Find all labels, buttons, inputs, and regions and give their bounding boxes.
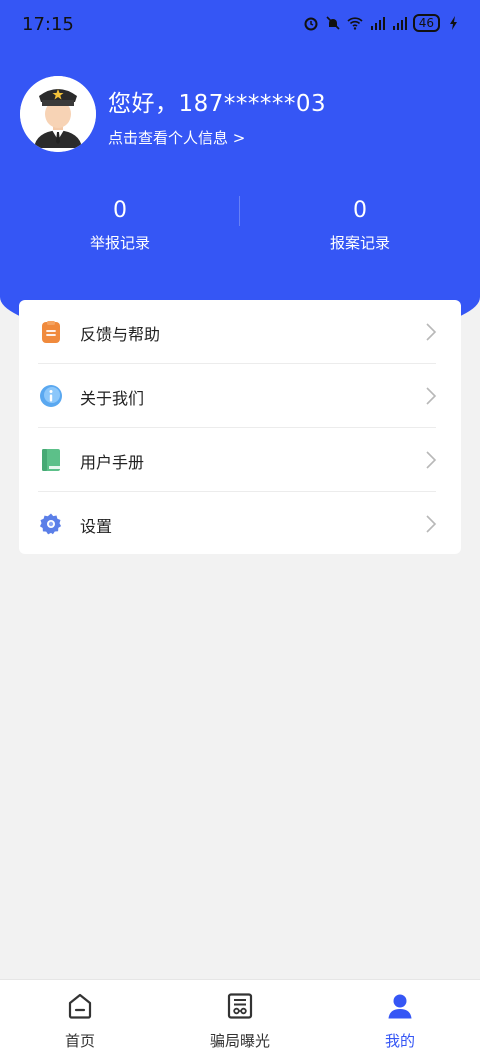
menu-label-about: 关于我们 bbox=[80, 389, 145, 408]
status-time: 17:15 bbox=[22, 14, 74, 35]
signal-4g-icon bbox=[370, 17, 385, 30]
info-bubble-icon bbox=[40, 385, 62, 407]
chevron-right-icon bbox=[426, 515, 437, 533]
tab-mine[interactable]: 我的 bbox=[320, 980, 480, 1058]
menu-item-feedback[interactable]: 反馈与帮助 bbox=[19, 300, 461, 363]
charging-bolt-icon bbox=[450, 16, 457, 30]
menu-item-user-manual[interactable]: 用户手册 bbox=[19, 428, 461, 491]
chevron-right-icon bbox=[426, 387, 437, 405]
bottom-tab-bar: 首页 骗局曝光 我的 bbox=[0, 979, 480, 1058]
feedback-clipboard-icon bbox=[42, 321, 60, 343]
police-officer-avatar-icon bbox=[20, 76, 96, 152]
greeting-text: 您好，187******03 bbox=[108, 91, 327, 117]
view-profile-link[interactable]: 点击查看个人信息 > bbox=[108, 127, 245, 148]
menu-label-settings: 设置 bbox=[80, 517, 113, 536]
status-icons: 46 bbox=[303, 14, 462, 32]
signal-4g-icon-2 bbox=[392, 17, 407, 30]
battery-indicator: 46 bbox=[412, 14, 440, 32]
tab-label-home: 首页 bbox=[64, 1032, 95, 1050]
menu-card: 反馈与帮助 关于我们 用户手册 设置 bbox=[19, 300, 461, 554]
mute-bell-icon bbox=[326, 16, 340, 30]
menu-label-user-manual: 用户手册 bbox=[80, 453, 145, 472]
status-bar: 17:15 46 bbox=[0, 0, 480, 50]
case-count: 0 bbox=[353, 198, 367, 223]
header-background bbox=[0, 0, 480, 345]
wifi-icon bbox=[347, 17, 363, 30]
menu-label-feedback: 反馈与帮助 bbox=[80, 325, 161, 344]
newspaper-icon bbox=[227, 993, 253, 1019]
stat-case-records[interactable]: 0 报案记录 bbox=[240, 198, 480, 253]
chevron-right-icon bbox=[426, 451, 437, 469]
chevron-right-icon bbox=[426, 323, 437, 341]
tab-label-scam-exposure: 骗局曝光 bbox=[209, 1032, 270, 1050]
home-icon bbox=[68, 993, 92, 1019]
tab-home[interactable]: 首页 bbox=[0, 980, 160, 1058]
tab-scam-exposure[interactable]: 骗局曝光 bbox=[160, 980, 320, 1058]
user-icon bbox=[388, 994, 412, 1019]
avatar[interactable] bbox=[20, 76, 96, 152]
menu-item-settings[interactable]: 设置 bbox=[19, 492, 461, 555]
report-label: 举报记录 bbox=[89, 234, 150, 252]
gear-icon bbox=[39, 513, 62, 535]
case-label: 报案记录 bbox=[329, 234, 390, 252]
report-count: 0 bbox=[113, 198, 127, 223]
tab-label-mine: 我的 bbox=[384, 1032, 415, 1050]
alarm-icon bbox=[304, 17, 318, 31]
book-icon bbox=[42, 449, 60, 471]
stat-report-records[interactable]: 0 举报记录 bbox=[0, 198, 240, 253]
menu-item-about[interactable]: 关于我们 bbox=[19, 364, 461, 427]
